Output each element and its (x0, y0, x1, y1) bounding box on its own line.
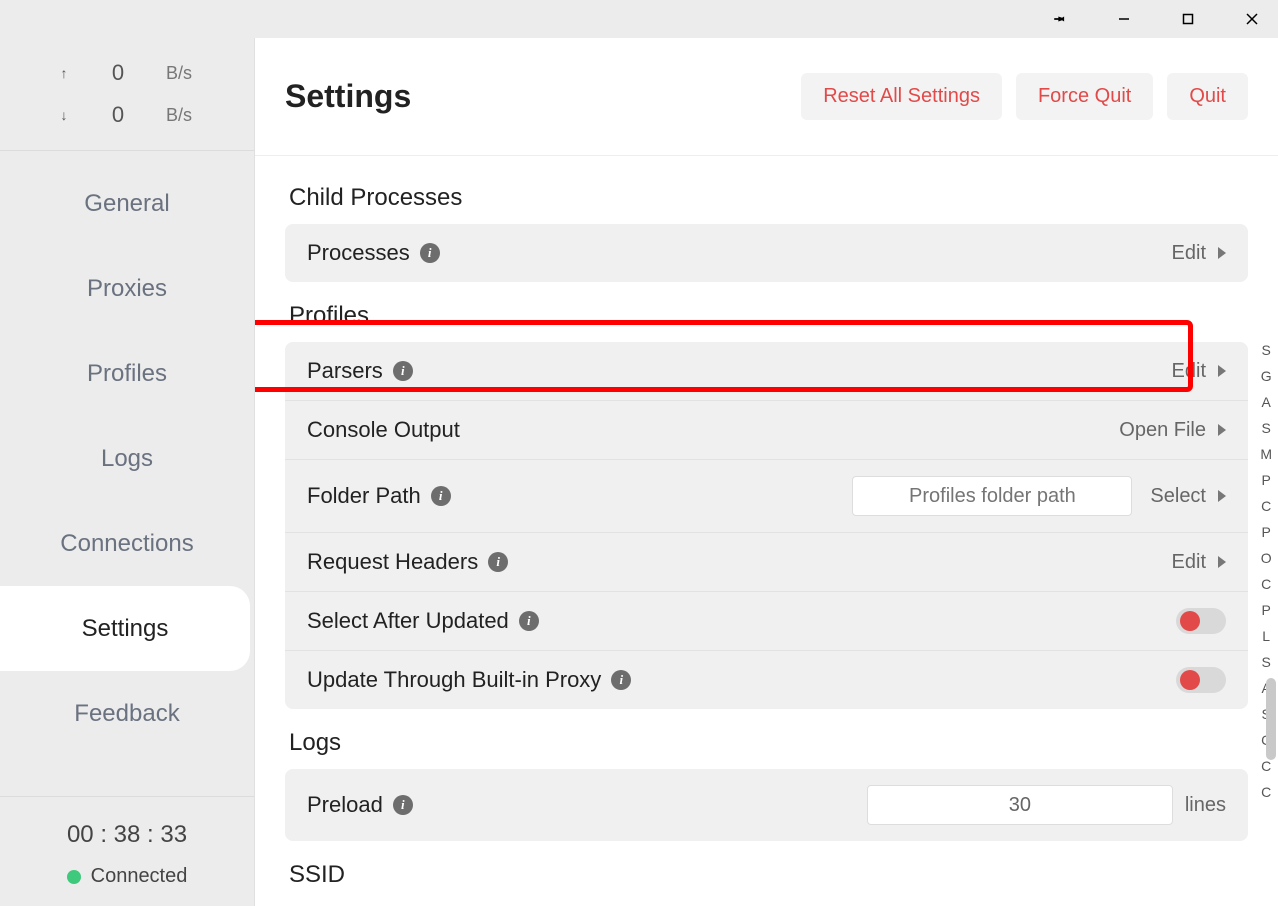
select-after-updated-label: Select After Updated (307, 608, 509, 634)
index-letter[interactable]: S (1261, 342, 1270, 358)
chevron-right-icon (1218, 424, 1226, 436)
chevron-right-icon (1218, 556, 1226, 568)
processes-label: Processes (307, 240, 410, 266)
preload-label: Preload (307, 792, 383, 818)
uptime: 00 : 38 : 33 (67, 821, 187, 849)
index-letter[interactable]: L (1262, 628, 1270, 644)
speed-upload: ↑ 0 B/s (0, 52, 254, 94)
page-title: Settings (285, 78, 411, 115)
row-folder-path: Folder Path i Select (285, 459, 1248, 532)
index-letter[interactable]: C (1261, 784, 1271, 800)
connection-status: Connected (67, 865, 188, 888)
row-update-through-proxy: Update Through Built-in Proxy i (285, 650, 1248, 709)
row-preload: Preload i lines (285, 769, 1248, 841)
arrow-up-icon: ↑ (58, 65, 70, 81)
quit-button[interactable]: Quit (1167, 73, 1248, 120)
preload-input[interactable] (867, 785, 1173, 825)
select-after-updated-toggle[interactable] (1176, 608, 1226, 634)
chevron-right-icon (1218, 247, 1226, 259)
force-quit-button[interactable]: Force Quit (1016, 73, 1153, 120)
index-letter[interactable]: C (1261, 758, 1271, 774)
chevron-right-icon (1218, 490, 1226, 502)
processes-edit-action[interactable]: Edit (1172, 242, 1226, 265)
speed-panel: ↑ 0 B/s ↓ 0 B/s (0, 38, 254, 151)
request-headers-label: Request Headers (307, 549, 478, 575)
index-letter[interactable]: G (1261, 368, 1272, 384)
section-logs: Logs (289, 729, 1244, 757)
info-icon[interactable]: i (393, 795, 413, 815)
update-through-proxy-toggle[interactable] (1176, 667, 1226, 693)
update-through-proxy-label: Update Through Built-in Proxy (307, 667, 601, 693)
status-panel: 00 : 38 : 33 Connected (0, 796, 254, 906)
nav-item-proxies[interactable]: Proxies (0, 246, 254, 331)
pin-icon[interactable] (1042, 1, 1078, 37)
nav-item-general[interactable]: General (0, 161, 254, 246)
index-letter[interactable]: P (1261, 472, 1270, 488)
preload-unit: lines (1185, 794, 1226, 817)
scrollbar-thumb[interactable] (1266, 678, 1276, 760)
nav-item-settings[interactable]: Settings (0, 586, 250, 671)
info-icon[interactable]: i (431, 486, 451, 506)
index-letter[interactable]: S (1261, 420, 1270, 436)
download-value: 0 (106, 102, 130, 128)
index-letter[interactable]: S (1261, 654, 1270, 670)
titlebar (0, 0, 1278, 38)
console-output-label: Console Output (307, 417, 460, 443)
section-child-processes: Child Processes (289, 184, 1244, 212)
row-console-output[interactable]: Console Output Open File (285, 400, 1248, 459)
close-icon[interactable] (1234, 1, 1270, 37)
section-ssid: SSID (289, 861, 1244, 889)
folder-select-action[interactable]: Select (1150, 485, 1226, 508)
row-processes[interactable]: Processes i Edit (285, 224, 1248, 282)
upload-value: 0 (106, 60, 130, 86)
nav-item-connections[interactable]: Connections (0, 501, 254, 586)
chevron-right-icon (1218, 365, 1226, 377)
page-header: Settings Reset All Settings Force Quit Q… (255, 38, 1278, 156)
reset-all-button[interactable]: Reset All Settings (801, 73, 1002, 120)
folder-path-label: Folder Path (307, 483, 421, 509)
index-letter[interactable]: O (1261, 550, 1272, 566)
index-letter[interactable]: C (1261, 498, 1271, 514)
index-letter[interactable]: P (1261, 602, 1270, 618)
nav-item-logs[interactable]: Logs (0, 416, 254, 501)
folder-path-input[interactable] (852, 476, 1132, 516)
index-letter[interactable]: C (1261, 576, 1271, 592)
nav-list: GeneralProxiesProfilesLogsConnectionsSet… (0, 151, 254, 796)
status-dot-icon (67, 870, 81, 884)
arrow-down-icon: ↓ (58, 107, 70, 123)
parsers-edit-action[interactable]: Edit (1172, 360, 1226, 383)
download-unit: B/s (166, 105, 196, 126)
sidebar: ↑ 0 B/s ↓ 0 B/s GeneralProxiesProfilesLo… (0, 38, 255, 906)
content-scroll: Child Processes Processes i Edit Profile… (255, 156, 1278, 898)
row-parsers[interactable]: Parsers i Edit (285, 342, 1248, 400)
parsers-label: Parsers (307, 358, 383, 384)
nav-item-profiles[interactable]: Profiles (0, 331, 254, 416)
maximize-icon[interactable] (1170, 1, 1206, 37)
info-icon[interactable]: i (488, 552, 508, 572)
info-icon[interactable]: i (393, 361, 413, 381)
info-icon[interactable]: i (420, 243, 440, 263)
section-profiles: Profiles (289, 302, 1244, 330)
status-label: Connected (91, 865, 188, 888)
main-panel: Settings Reset All Settings Force Quit Q… (255, 38, 1278, 906)
request-headers-edit-action[interactable]: Edit (1172, 551, 1226, 574)
info-icon[interactable]: i (519, 611, 539, 631)
row-select-after-updated: Select After Updated i (285, 591, 1248, 650)
upload-unit: B/s (166, 63, 196, 84)
index-letter[interactable]: P (1261, 524, 1270, 540)
speed-download: ↓ 0 B/s (0, 94, 254, 136)
index-letter[interactable]: A (1261, 394, 1270, 410)
info-icon[interactable]: i (611, 670, 631, 690)
minimize-icon[interactable] (1106, 1, 1142, 37)
nav-item-feedback[interactable]: Feedback (0, 671, 254, 756)
row-request-headers[interactable]: Request Headers i Edit (285, 532, 1248, 591)
index-letter[interactable]: M (1260, 446, 1272, 462)
open-file-action[interactable]: Open File (1119, 419, 1226, 442)
